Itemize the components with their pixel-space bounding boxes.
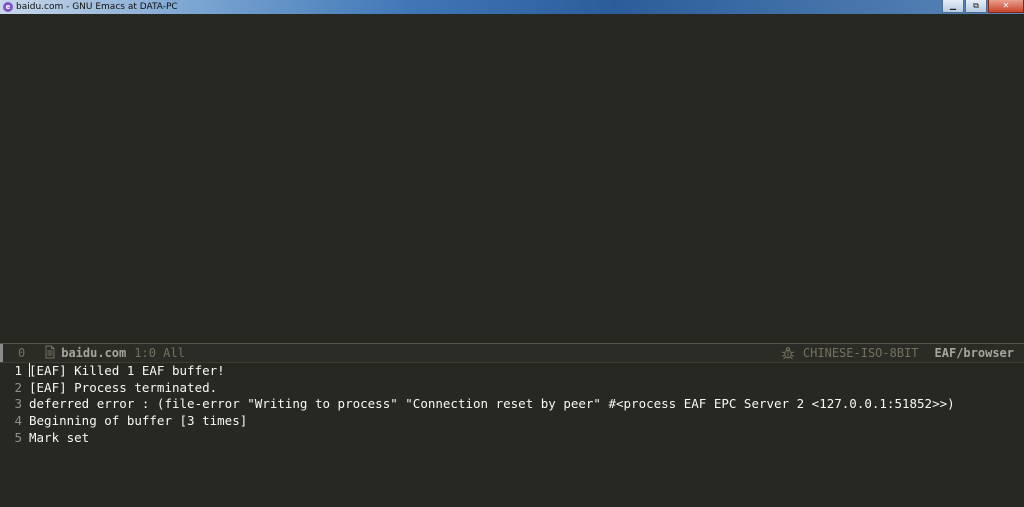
file-icon	[45, 345, 55, 359]
window-number: 0	[18, 346, 26, 360]
line-number: 5	[14, 429, 22, 445]
message-line: 5 Mark set	[0, 430, 1024, 447]
line-number: 4	[14, 413, 22, 429]
bug-icon[interactable]	[781, 346, 795, 360]
mode-line-left: 0 baidu.com 1:0 All	[18, 344, 185, 362]
cursor-position[interactable]: 1:0 All	[134, 346, 185, 360]
message-line: 4 Beginning of buffer [3 times]	[0, 413, 1024, 430]
message-text: Beginning of buffer [3 times]	[29, 413, 248, 429]
message-text: deferred error : (file-error "Writing to…	[29, 396, 955, 412]
message-line: 1 [EAF] Killed 1 EAF buffer!	[0, 363, 1024, 380]
message-line: 2 [EAF] Process terminated.	[0, 380, 1024, 397]
emacs-app-icon[interactable]: e	[3, 2, 13, 12]
line-number: 3	[14, 396, 22, 412]
window-title: baidu.com - GNU Emacs at DATA-PC	[16, 2, 178, 12]
title-bar: e baidu.com - GNU Emacs at DATA-PC ▁ ⧉ ✕	[0, 0, 1024, 14]
emacs-window: e baidu.com - GNU Emacs at DATA-PC ▁ ⧉ ✕…	[0, 0, 1024, 507]
message-text: [EAF] Killed 1 EAF buffer!	[29, 363, 225, 378]
mode-line-active-indicator	[0, 344, 3, 362]
messages-area[interactable]: 1 [EAF] Killed 1 EAF buffer! 2 [EAF] Proce…	[0, 363, 1024, 507]
browser-buffer-area[interactable]	[0, 14, 1024, 343]
encoding-indicator[interactable]: CHINESE-ISO-8BIT	[803, 346, 919, 360]
mode-line: 0 baidu.com 1:0 All CHINESE-ISO-8BIT EAF/b…	[0, 343, 1024, 363]
major-mode[interactable]: EAF/browser	[935, 346, 1014, 360]
close-button[interactable]: ✕	[988, 0, 1024, 13]
message-text: [EAF] Process terminated.	[29, 379, 218, 395]
message-line: 3 deferred error : (file-error "Writing t…	[0, 396, 1024, 413]
line-number: 2	[14, 379, 22, 395]
minimize-button[interactable]: ▁	[942, 0, 964, 13]
message-text: Mark set	[29, 429, 90, 445]
line-number: 1	[14, 363, 22, 378]
window-controls: ▁ ⧉ ✕	[941, 0, 1024, 14]
maximize-button[interactable]: ⧉	[965, 0, 987, 13]
buffer-name[interactable]: baidu.com	[61, 346, 126, 360]
mode-line-right: CHINESE-ISO-8BIT EAF/browser	[781, 344, 1014, 362]
